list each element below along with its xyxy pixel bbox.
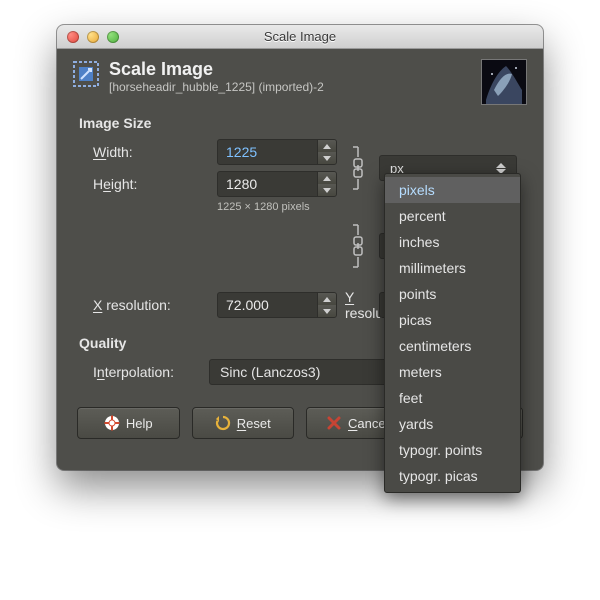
window-title: Scale Image bbox=[57, 29, 543, 44]
xres-step-down[interactable] bbox=[318, 305, 336, 317]
help-icon bbox=[104, 415, 120, 431]
help-button-label: Help bbox=[126, 416, 153, 431]
height-step-up[interactable] bbox=[318, 172, 336, 184]
dialog-header: Scale Image [horseheadir_hubble_1225] (i… bbox=[73, 59, 527, 105]
width-step-down[interactable] bbox=[318, 152, 336, 164]
unit-option[interactable]: centimeters bbox=[385, 333, 520, 359]
window-controls bbox=[57, 31, 119, 43]
xres-step-up[interactable] bbox=[318, 293, 336, 305]
unit-option[interactable]: pixels bbox=[385, 177, 520, 203]
unit-option[interactable]: feet bbox=[385, 385, 520, 411]
width-step-up[interactable] bbox=[318, 140, 336, 152]
xres-input[interactable] bbox=[218, 293, 317, 317]
unit-option[interactable]: picas bbox=[385, 307, 520, 333]
width-label: Width: bbox=[93, 144, 209, 160]
unit-option[interactable]: yards bbox=[385, 411, 520, 437]
reset-button[interactable]: Reset bbox=[192, 407, 295, 439]
unit-option[interactable]: inches bbox=[385, 229, 520, 255]
xres-spinner[interactable] bbox=[217, 292, 337, 318]
interpolation-label: Interpolation: bbox=[93, 364, 201, 380]
dialog-title: Scale Image bbox=[109, 59, 324, 80]
cancel-icon bbox=[326, 415, 342, 431]
unit-option[interactable]: millimeters bbox=[385, 255, 520, 281]
help-button[interactable]: Help bbox=[77, 407, 180, 439]
unit-option[interactable]: percent bbox=[385, 203, 520, 229]
yres-label: Y resolution: bbox=[345, 289, 371, 321]
size-link-icon[interactable] bbox=[345, 145, 371, 191]
image-size-label: Image Size bbox=[79, 115, 527, 131]
unit-option[interactable]: meters bbox=[385, 359, 520, 385]
unit-option[interactable]: typogr. picas bbox=[385, 463, 520, 489]
width-spinner[interactable] bbox=[217, 139, 337, 165]
height-label: Height: bbox=[93, 176, 209, 192]
interpolation-value: Sinc (Lanczos3) bbox=[220, 364, 320, 380]
unit-option[interactable]: points bbox=[385, 281, 520, 307]
dialog-subtitle: [horseheadir_hubble_1225] (imported)-2 bbox=[109, 80, 324, 94]
height-spinner[interactable] bbox=[217, 171, 337, 197]
width-input[interactable] bbox=[218, 140, 317, 164]
chevron-updown-icon bbox=[496, 163, 510, 174]
xres-label: X resolution: bbox=[93, 297, 209, 313]
image-thumbnail bbox=[481, 59, 527, 105]
reset-icon bbox=[215, 415, 231, 431]
height-step-down[interactable] bbox=[318, 184, 336, 196]
unit-dropdown-menu[interactable]: pixelspercentinchesmillimeterspointspica… bbox=[384, 173, 521, 493]
unit-option[interactable]: typogr. points bbox=[385, 437, 520, 463]
titlebar: Scale Image bbox=[57, 25, 543, 49]
height-input[interactable] bbox=[218, 172, 317, 196]
zoom-icon[interactable] bbox=[107, 31, 119, 43]
resolution-link-icon[interactable] bbox=[345, 223, 371, 269]
close-icon[interactable] bbox=[67, 31, 79, 43]
cancel-button-label: Cancel bbox=[348, 416, 388, 431]
reset-button-label: Reset bbox=[237, 416, 271, 431]
scale-image-icon bbox=[73, 61, 99, 87]
minimize-icon[interactable] bbox=[87, 31, 99, 43]
